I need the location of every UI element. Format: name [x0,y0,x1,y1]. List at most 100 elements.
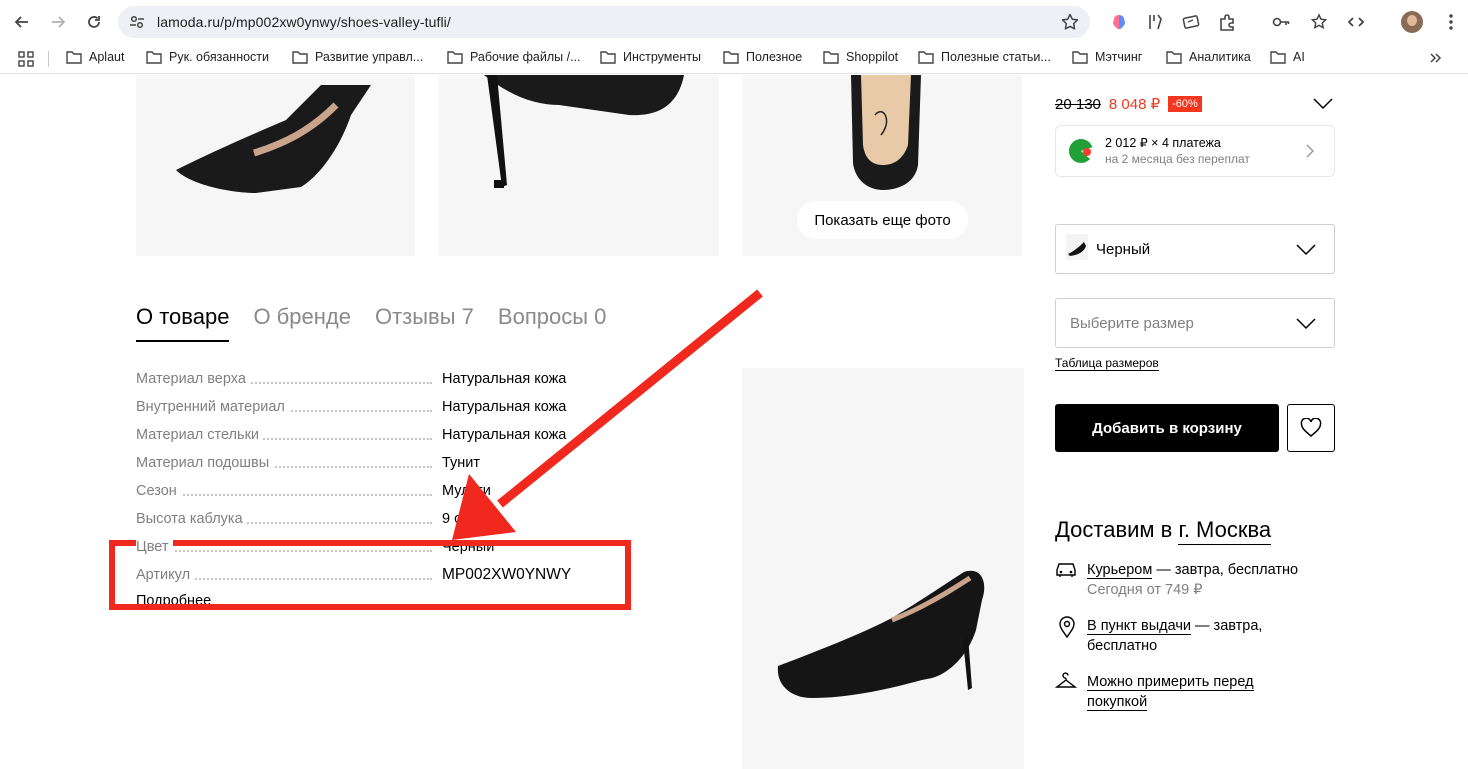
attribute-key: Материал подошвы [136,455,274,471]
back-icon[interactable] [10,10,34,34]
attribute-value: Натуральная кожа [442,399,567,415]
bookmark-label: Инструменты [623,50,701,64]
password-key-icon[interactable] [1269,10,1293,34]
attribute-row: Материал стельки Натуральная кожа [136,421,596,449]
attribute-value: Мульти [442,483,491,499]
split-payment-terms: на 2 месяца без переплат [1105,152,1250,166]
color-select-value: Черный [1096,240,1151,258]
attribute-key: Цвет [136,539,173,555]
more-bookmarks-icon[interactable] [1428,51,1449,65]
product-photo-2[interactable] [439,75,719,256]
address-bar[interactable]: lamoda.ru/p/mp002xw0ynwy/shoes-valley-tu… [118,6,1090,38]
star-list-icon[interactable] [1307,10,1331,34]
reload-icon[interactable] [82,10,106,34]
attribute-row: Внутренний материал Натуральная кожа [136,393,596,421]
bookmark-item[interactable]: Развитие управл... [292,50,423,64]
attribute-key: Материал верха [136,371,250,387]
split-logo-icon [1068,138,1094,169]
size-select[interactable]: Выберите размер [1055,298,1335,348]
chevron-down-icon [1296,243,1316,261]
bookmark-label: Развитие управл... [315,50,424,64]
delivery-title: Доставим в г. Москва [1055,517,1272,545]
devtools-code-icon[interactable] [1344,10,1368,34]
courier-price-today: Сегодня от 749 ₽ [1087,582,1203,598]
extension-note-icon[interactable] [1179,10,1203,34]
pickup-point-link[interactable]: В пункт выдачи [1087,618,1191,635]
attribute-key: Внутренний материал [136,399,289,415]
size-select-placeholder: Выберите размер [1070,314,1194,332]
profile-avatar[interactable] [1401,11,1423,33]
attribute-value: Натуральная кожа [442,427,567,443]
product-photo-main[interactable] [742,368,1024,769]
folder-icon [292,51,308,64]
tab-reviews[interactable]: Отзывы 7 [375,304,474,342]
product-photo-1[interactable] [136,75,415,256]
extensions-puzzle-icon[interactable] [1215,10,1239,34]
bookmark-item[interactable]: AI [1270,50,1305,64]
split-payment-amount: 2 012 ₽ × 4 платежа [1105,136,1221,150]
discount-badge: -60% [1168,96,1202,112]
color-swatch-icon [1066,233,1088,265]
tab-questions[interactable]: Вопросы 0 [498,304,606,342]
chevron-right-icon [1306,144,1314,163]
delivery-city-link[interactable]: г. Москва [1178,517,1272,545]
bookmark-item[interactable]: Полезные статьи... [918,50,1051,64]
tab-about-product[interactable]: О товаре [136,304,230,342]
color-select[interactable]: Черный [1055,224,1335,274]
attribute-row: Материал подошвы Тунит [136,449,596,477]
attribute-key: Артикул [136,567,195,583]
size-table-link[interactable]: Таблица размеров [1055,356,1159,371]
bookmark-label: Мэтчинг [1095,50,1143,64]
bookmark-star-icon[interactable] [1060,12,1080,37]
product-page: Показать еще фото О товаре О бренде Отзы… [0,75,1468,769]
extension-tools-icon[interactable] [1143,10,1167,34]
car-icon [1055,560,1077,584]
attribute-key: Материал стельки [136,427,264,443]
bookmark-item[interactable]: Мэтчинг [1072,50,1142,64]
add-to-cart-button[interactable]: Добавить в корзину [1055,404,1279,452]
browser-toolbar: lamoda.ru/p/mp002xw0ynwy/shoes-valley-tu… [0,0,1468,44]
bookmark-label: Рабочие файлы /... [470,50,581,64]
chevron-down-icon [1296,317,1316,335]
current-price: 8 048 ₽ [1108,96,1161,113]
folder-icon [66,51,82,64]
price-row: 20 130 8 048 ₽ -60% [1055,95,1202,113]
old-price: 20 130 [1055,95,1101,113]
attribute-value: 9 с [442,511,462,527]
bookmark-label: Рук. обязанности [169,50,270,64]
bookmark-item[interactable]: Рук. обязанности [146,50,269,64]
bookmark-label: Shoppilot [846,50,899,64]
bookmark-label: AI [1293,50,1305,64]
bookmark-item[interactable]: Полезное [723,50,802,64]
heart-icon [1300,418,1322,437]
menu-dots-icon[interactable] [1439,10,1463,34]
apps-grid-icon[interactable] [18,51,41,67]
folder-icon [447,51,463,64]
bookmark-item[interactable]: Рабочие файлы /... [447,50,581,64]
bookmark-item[interactable]: Aplaut [66,50,124,64]
attribute-value: Тунит [442,455,481,471]
bookmark-item[interactable]: Инструменты [600,50,701,64]
favorite-button[interactable] [1287,404,1335,452]
product-photo-3[interactable]: Показать еще фото [743,75,1022,256]
tab-about-brand[interactable]: О бренде [253,304,351,342]
site-settings-icon[interactable] [128,13,146,36]
courier-link[interactable]: Курьером [1087,562,1153,579]
try-on-link[interactable]: Можно примерить перед покупкой [1087,674,1254,711]
bookmark-label: Aplaut [89,50,125,64]
bookmark-label: Полезное [746,50,803,64]
bookmark-item[interactable]: Shoppilot [823,50,898,64]
url-text[interactable]: lamoda.ru/p/mp002xw0ynwy/shoes-valley-tu… [157,14,451,30]
show-more-photos-button[interactable]: Показать еще фото [797,201,968,239]
folder-icon [1166,51,1182,64]
folder-icon [1072,51,1088,64]
split-payment-banner[interactable]: 2 012 ₽ × 4 платежа на 2 месяца без пере… [1055,125,1335,177]
chevron-down-icon[interactable] [1313,97,1333,115]
bookmarks-bar: Aplaut Рук. обязанности Развитие управл...… [0,44,1468,74]
bookmark-item[interactable]: Аналитика [1166,50,1251,64]
hanger-icon [1054,672,1078,696]
product-tabs: О товаре О бренде Отзывы 7 Вопросы 0 [136,304,630,342]
forward-icon[interactable] [46,10,70,34]
attribute-row: Сезон Мульти [136,477,596,505]
extension-brain-icon[interactable] [1107,10,1131,34]
